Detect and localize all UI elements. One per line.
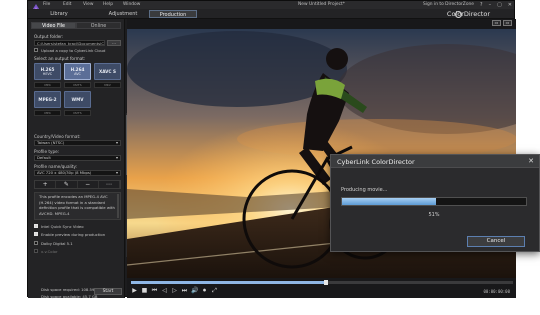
- profile-description: This profile encodes an MPEG-4 AVC (H.26…: [34, 192, 121, 220]
- quick-sync-label: Intel Quick Sync Video: [41, 224, 84, 229]
- production-progress-bar: [341, 197, 527, 206]
- sign-in-link[interactable]: Sign in to DirectorZone: [423, 1, 474, 9]
- previous-frame-icon[interactable]: ⏮: [151, 287, 158, 295]
- upload-cloud-label: Upload a copy to CyberLink Cloud: [41, 48, 106, 53]
- window-title: New Untitled Project*: [298, 2, 345, 7]
- mode-bar: Library Adjustment Production ColorDirec…: [28, 9, 514, 19]
- producing-dialog: CyberLink ColorDirector ✕ Producing movi…: [330, 154, 540, 252]
- play-icon[interactable]: ▶: [131, 287, 138, 295]
- xvcolor-checkbox[interactable]: [34, 249, 38, 253]
- add-profile-icon[interactable]: +: [35, 181, 57, 188]
- format-h265-sub: HEVC: [42, 72, 53, 76]
- view-toggle: ▭ ▭: [492, 20, 512, 26]
- delete-profile-icon[interactable]: −: [78, 181, 99, 188]
- seek-handle[interactable]: [323, 280, 328, 285]
- container-dropdown-1[interactable]: MP4: [34, 82, 61, 88]
- disk-required: Disk space required: 108.59 MB: [41, 287, 102, 292]
- output-folder-field[interactable]: C:\Users\stefan_kracl\Documents\Cyb...: [34, 40, 105, 46]
- profile-type-label: Profile type:: [34, 149, 60, 154]
- playback-controls: ▶ ■ ⏮ ◁ ▷ ⏭ 🔊 ⏺ ⤢: [131, 287, 218, 295]
- minimize-button[interactable]: –: [489, 1, 492, 9]
- format-wmv-button[interactable]: WMV: [64, 91, 91, 108]
- enable-preview-label: Enable preview during production: [41, 232, 106, 237]
- quick-sync-checkbox[interactable]: [34, 224, 38, 228]
- tab-online[interactable]: Online: [76, 22, 121, 29]
- colordirector-window: File Edit View Help Window New Untitled …: [27, 0, 516, 299]
- snapshot-icon[interactable]: ⏺: [201, 287, 208, 295]
- tab-library[interactable]: Library: [40, 10, 78, 18]
- dialog-header: CyberLink ColorDirector ✕: [331, 155, 539, 168]
- menu-file[interactable]: File: [43, 1, 63, 9]
- window-controls: ? – ▢ ✕: [480, 1, 512, 9]
- dual-view-icon[interactable]: ▭: [503, 20, 512, 26]
- stop-icon[interactable]: ■: [141, 287, 148, 295]
- container-dropdown-4[interactable]: MP4: [34, 110, 61, 116]
- container-dropdown-3[interactable]: MKV: [94, 82, 121, 88]
- select-format-label: Select an output format:: [34, 56, 86, 61]
- format-wmv-name: WMV: [71, 97, 84, 102]
- format-xavcs-button[interactable]: XAVC S: [94, 63, 121, 80]
- dialog-status: Producing movie...: [341, 187, 388, 193]
- single-view-icon[interactable]: ▭: [492, 20, 501, 26]
- menu-view[interactable]: View: [83, 1, 103, 9]
- seek-bar[interactable]: [131, 280, 513, 285]
- start-button[interactable]: Start: [94, 288, 122, 295]
- production-progress-fill: [342, 198, 436, 205]
- dolby-label: Dolby Digital 5.1: [41, 241, 73, 246]
- step-back-icon[interactable]: ◁: [161, 287, 168, 295]
- output-folder-label: Output folder:: [34, 34, 64, 39]
- format-h264-sub: AVC: [74, 72, 81, 76]
- step-forward-icon[interactable]: ▷: [171, 287, 178, 295]
- tab-adjustment[interactable]: Adjustment: [104, 10, 142, 18]
- upload-cloud-checkbox[interactable]: [34, 48, 38, 52]
- title-bar: File Edit View Help Window New Untitled …: [28, 1, 514, 12]
- profile-type-dropdown[interactable]: Default: [34, 155, 121, 161]
- menu-window[interactable]: Window: [123, 1, 143, 9]
- progress-percent: 51%: [428, 212, 440, 218]
- format-h264-button[interactable]: H.264 AVC: [64, 63, 91, 80]
- production-settings-panel: Video File Online Output folder: C:\User…: [28, 19, 125, 299]
- menu-edit[interactable]: Edit: [63, 1, 83, 9]
- format-mpeg2-button[interactable]: MPEG-2: [34, 91, 61, 108]
- container-dropdown-5[interactable]: M2TS: [64, 110, 91, 116]
- country-format-label: Country/Video format:: [34, 134, 81, 139]
- output-tabs: Video File Online: [31, 22, 121, 29]
- disk-available: Disk space available: 45.7 GB: [41, 294, 98, 299]
- profile-quality-label: Profile name/quality:: [34, 164, 78, 169]
- dialog-title: CyberLink ColorDirector: [337, 158, 415, 166]
- xvcolor-label: x.v.Color: [41, 249, 58, 254]
- description-scrollbar[interactable]: [117, 194, 119, 218]
- container-dropdown-2[interactable]: M2TS: [64, 82, 91, 88]
- profile-quality-dropdown[interactable]: AVC 720 x 480/30p (8 Mbps): [34, 170, 121, 176]
- brand-name: ColorDirector: [446, 10, 490, 18]
- profile-actions: + ✎ − ⋯: [34, 180, 121, 189]
- timecode: 00:00:00:00: [483, 289, 511, 294]
- edit-profile-icon[interactable]: ✎: [56, 181, 78, 188]
- volume-icon[interactable]: 🔊: [191, 287, 198, 295]
- format-h265-button[interactable]: H.265 HEVC: [34, 63, 61, 80]
- tab-video-file[interactable]: Video File: [31, 22, 76, 29]
- tab-production[interactable]: Production: [149, 10, 197, 18]
- dolby-checkbox[interactable]: [34, 241, 38, 245]
- close-icon[interactable]: ✕: [528, 157, 534, 165]
- browse-folder-button[interactable]: ...: [107, 40, 121, 46]
- fullscreen-icon[interactable]: ⤢: [211, 287, 218, 295]
- cancel-button[interactable]: Cancel: [467, 236, 525, 247]
- format-xavcs-name: XAVC S: [99, 69, 116, 74]
- menu-help[interactable]: Help: [103, 1, 123, 9]
- maximize-button[interactable]: ▢: [497, 1, 502, 9]
- close-window-button[interactable]: ✕: [508, 1, 512, 9]
- next-frame-icon[interactable]: ⏭: [181, 287, 188, 295]
- more-profile-icon[interactable]: ⋯: [99, 181, 120, 188]
- format-mpeg2-name: MPEG-2: [38, 97, 57, 102]
- enable-preview-checkbox[interactable]: [34, 232, 38, 236]
- country-format-dropdown[interactable]: Taiwan (NTSC): [34, 140, 121, 146]
- menu-bar: File Edit View Help Window: [43, 1, 143, 9]
- help-button[interactable]: ?: [480, 1, 483, 9]
- seek-progress: [131, 281, 326, 284]
